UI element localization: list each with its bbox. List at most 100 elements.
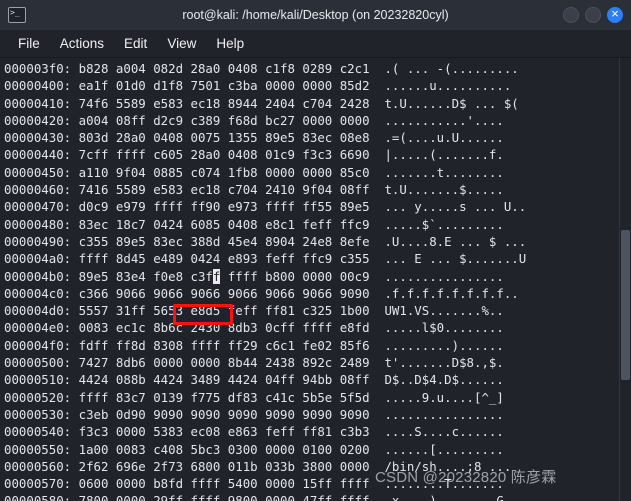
hex-dump-row: 00000560: 2f62 696e 2f73 6800 011b 033b …: [4, 458, 619, 475]
hex-offset: 00000530:: [4, 406, 79, 422]
ascii-column: t'.......D$8.,$.: [369, 355, 504, 371]
hex-offset: 000004b0:: [4, 268, 79, 284]
hex-offset: 00000420:: [4, 112, 79, 128]
hex-offset: 00000520:: [4, 389, 79, 405]
ascii-column: ... y.....s ... U..: [369, 199, 527, 215]
ascii-column: ........T.......: [369, 476, 504, 492]
hex-offset: 00000570:: [4, 476, 79, 492]
hex-dump-row: 00000480: 83ec 18c7 0424 6085 0408 e8c1 …: [4, 216, 619, 233]
hex-dump-row: 00000410: 74f6 5589 e583 ec18 8944 2404 …: [4, 95, 619, 112]
hex-bytes: d0c9 e979 ffff ff90 e973 ffff ff55 89e5: [78, 199, 370, 215]
ascii-column: ...........'....: [369, 112, 504, 128]
hex-dump-row: 00000470: d0c9 e979 ffff ff90 e973 ffff …: [4, 198, 619, 215]
hex-dump-row: 000004c0: c366 9066 9066 9066 9066 9066 …: [4, 285, 619, 302]
ascii-column: x ...)........G ...: [369, 493, 534, 501]
hex-offset: 00000580:: [4, 493, 79, 501]
hex-bytes: b828 a004 082d 28a0 0408 c1f8 0289 c2c1: [78, 61, 370, 76]
hex-offset: 000004e0:: [4, 320, 79, 336]
terminal-scrollbar[interactable]: [619, 58, 631, 501]
hex-bytes: 7427 8db6 0000 0000 8b44 2438 892c 2489: [78, 355, 370, 371]
hex-bytes: ea1f 01d0 d1f8 7501 c3ba 0000 0000 85d2: [78, 78, 370, 94]
hex-bytes: 74f6 5589 e583 ec18 8944 2404 c704 2428: [78, 95, 370, 111]
hex-dump-row: 00000550: 1a00 0083 c408 5bc3 0300 0000 …: [4, 441, 619, 458]
ascii-column: .........)......: [369, 337, 504, 353]
ascii-column: ....S....c......: [369, 424, 504, 440]
scrollbar-thumb[interactable]: [621, 230, 630, 380]
ascii-column: .f.f.f.f.f.f.f.f..: [369, 285, 519, 301]
hex-dump-row: 00000400: ea1f 01d0 d1f8 7501 c3ba 0000 …: [4, 77, 619, 94]
hex-dump-row: 00000520: ffff 83c7 0139 f775 df83 c41c …: [4, 389, 619, 406]
close-button[interactable]: [607, 6, 623, 23]
hex-offset: 00000470:: [4, 199, 79, 215]
hex-offset: 00000440:: [4, 147, 79, 163]
hex-bytes: ffff 8d45 e489 0424 e893 feff ffc9 c355: [78, 251, 370, 267]
hex-bytes: 7800 0000 29ff ffff 9800 0000 47ff ffff: [78, 493, 370, 501]
window-title: root@kali: /home/kali/Desktop (on 202328…: [182, 8, 449, 22]
menu-item-edit[interactable]: Edit: [114, 34, 157, 53]
hex-offset: 000004a0:: [4, 251, 79, 267]
hex-bytes: ffff b800 0000 00c9: [220, 268, 370, 284]
hex-bytes: 89e5 83e4 f0e8 c3f: [78, 268, 213, 284]
ascii-column: .....l$0........: [369, 320, 504, 336]
ascii-column: .......t........: [369, 164, 504, 180]
hex-dump-row: 000004b0: 89e5 83e4 f0e8 c3ff ffff b800 …: [4, 268, 619, 285]
hex-bytes: c366 9066 9066 9066 9066 9066 9066 9090: [78, 285, 370, 301]
ascii-column: .....9.u....[^_]: [369, 389, 504, 405]
hex-bytes: 1a00 0083 c408 5bc3 0300 0000 0100 0200: [78, 441, 370, 457]
ascii-column: UW1.VS.......%..: [369, 303, 504, 319]
hex-dump-row: 00000510: 4424 088b 4424 3489 4424 04ff …: [4, 371, 619, 388]
hex-bytes: 5557 31ff 5653 e8d5 feff ff81 c325 1b00: [78, 303, 370, 319]
hex-dump-row: 00000570: 0600 0000 b8fd ffff 5400 0000 …: [4, 475, 619, 492]
hex-offset: 00000510:: [4, 372, 79, 388]
hex-bytes: 7416 5589 e583 ec18 c704 2410 9f04 08ff: [78, 182, 370, 198]
hex-dump-row: 00000450: a110 9f04 0885 c074 1fb8 0000 …: [4, 164, 619, 181]
hex-dump-row: 000003f0: b828 a004 082d 28a0 0408 c1f8 …: [4, 60, 619, 77]
menu-item-file[interactable]: File: [8, 34, 50, 53]
hex-bytes: a004 08ff d2c9 c389 f68d bc27 0000 0000: [78, 112, 370, 128]
ascii-column: ................: [369, 268, 504, 284]
hex-dump-row: 00000490: c355 89e5 83ec 388d 45e4 8904 …: [4, 233, 619, 250]
ascii-column: ... E ... $.......U: [369, 251, 527, 267]
hex-offset: 00000560:: [4, 458, 79, 474]
terminal-icon: [8, 6, 26, 23]
window-titlebar: root@kali: /home/kali/Desktop (on 202328…: [0, 0, 631, 30]
hex-dump-row: 00000580: 7800 0000 29ff ffff 9800 0000 …: [4, 492, 619, 501]
hex-offset: 00000400:: [4, 78, 79, 94]
hex-offset: 000004f0:: [4, 337, 79, 353]
hex-offset: 00000410:: [4, 95, 79, 111]
hex-offset: 00000490:: [4, 233, 79, 249]
hex-dump-row: 000004a0: ffff 8d45 e489 0424 e893 feff …: [4, 250, 619, 267]
ascii-column: ......[.........: [369, 441, 504, 457]
ascii-column: ......u..........: [369, 78, 512, 94]
menubar: File Actions Edit View Help: [0, 30, 631, 58]
menu-item-help[interactable]: Help: [206, 34, 254, 53]
hex-dump-row: 00000460: 7416 5589 e583 ec18 c704 2410 …: [4, 181, 619, 198]
hex-offset: 00000550:: [4, 441, 79, 457]
hex-dump-row: 00000440: 7cff ffff c605 28a0 0408 01c9 …: [4, 146, 619, 163]
hex-dump-row: 00000420: a004 08ff d2c9 c389 f68d bc27 …: [4, 112, 619, 129]
hex-dump-row: 000004f0: fdff ff8d 8308 ffff ff29 c6c1 …: [4, 337, 619, 354]
hex-bytes: c355 89e5 83ec 388d 45e4 8904 24e8 8efe: [78, 233, 370, 249]
terminal-body: 000003f0: b828 a004 082d 28a0 0408 c1f8 …: [0, 58, 631, 501]
menu-item-view[interactable]: View: [157, 34, 206, 53]
hex-bytes: 0083 ec1c 8b6c 2430 8db3 0cff ffff e8fd: [78, 320, 370, 336]
hex-dump-output[interactable]: 000003f0: b828 a004 082d 28a0 0408 c1f8 …: [0, 58, 619, 501]
hex-bytes: fdff ff8d 8308 ffff ff29 c6c1 fe02 85f6: [78, 337, 370, 353]
ascii-column: .=(....u.U......: [369, 130, 504, 146]
maximize-button[interactable]: [585, 7, 601, 23]
hex-offset: 00000480:: [4, 216, 79, 232]
ascii-column: .U....8.E ... $ ...: [369, 233, 527, 249]
hex-offset: 000004d0:: [4, 303, 79, 319]
hex-offset: 00000430:: [4, 130, 79, 146]
ascii-column: ................: [369, 406, 504, 422]
hex-bytes: a110 9f04 0885 c074 1fb8 0000 0000 85c0: [78, 164, 370, 180]
window-controls: [563, 0, 623, 30]
hex-dump-row: 00000500: 7427 8db6 0000 0000 8b44 2438 …: [4, 354, 619, 371]
hex-bytes: 7cff ffff c605 28a0 0408 01c9 f3c3 6690: [78, 147, 370, 163]
hex-dump-row: 00000540: f3c3 0000 5383 ec08 e863 feff …: [4, 423, 619, 440]
hex-bytes: 83ec 18c7 0424 6085 0408 e8c1 feff ffc9: [78, 216, 370, 232]
minimize-button[interactable]: [563, 7, 579, 23]
hex-bytes: c3eb 0d90 9090 9090 9090 9090 9090 9090: [78, 406, 370, 422]
menu-item-actions[interactable]: Actions: [50, 34, 114, 53]
hex-offset: 000003f0:: [4, 61, 79, 76]
